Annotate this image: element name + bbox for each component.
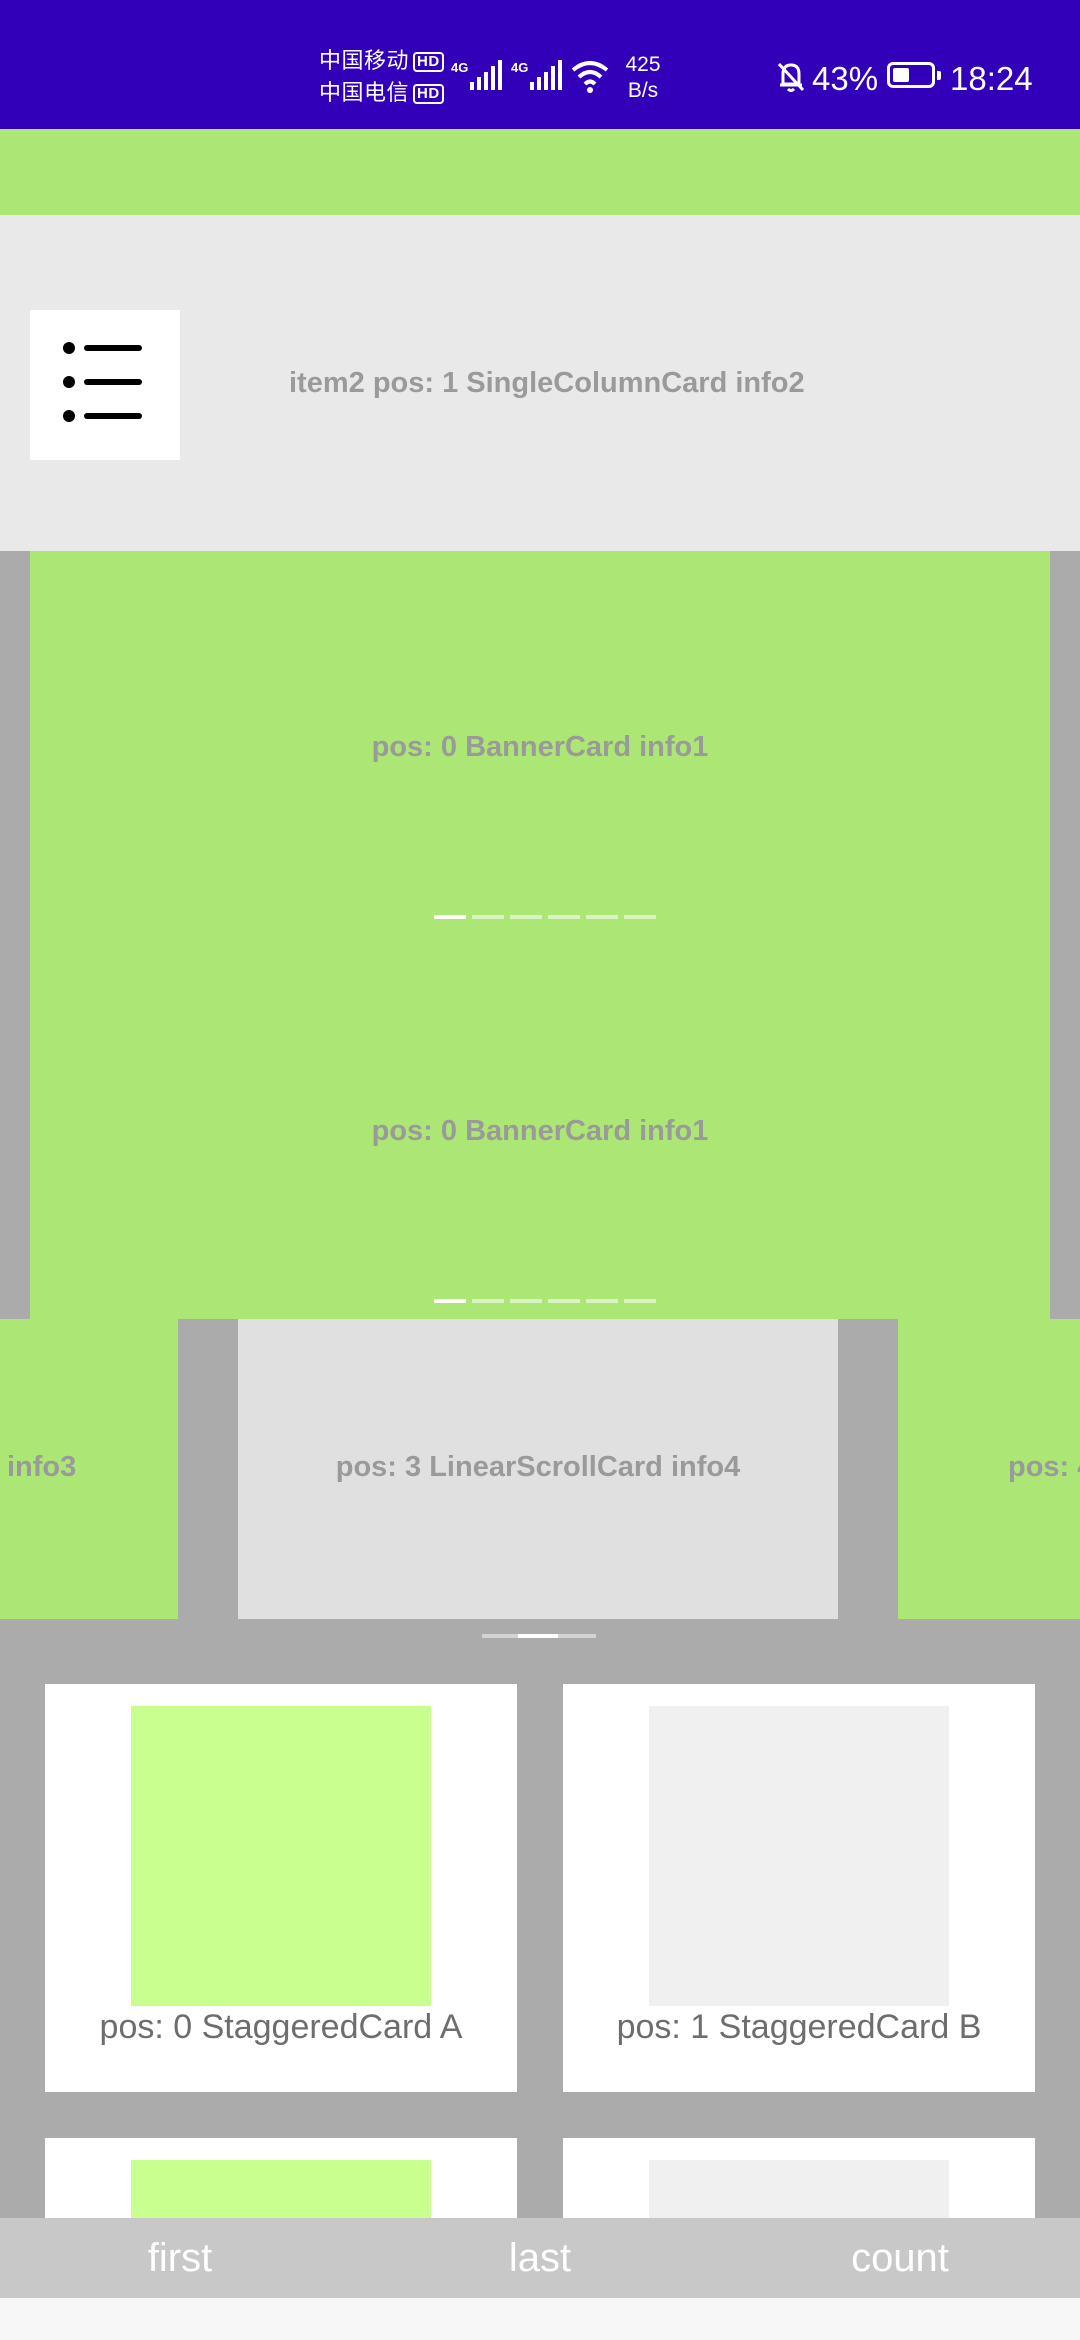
count-button[interactable]: count: [720, 2218, 1080, 2298]
bottom-bar: first last count: [0, 2218, 1080, 2298]
bell-off-icon: [777, 62, 805, 92]
banner-indicator-1[interactable]: [434, 915, 656, 919]
staggered-card-d-image: [649, 2160, 949, 2218]
staggered-card-b-image: [649, 1706, 949, 2006]
signal-icon-2: [530, 60, 562, 90]
banner-indicator-2[interactable]: [434, 1299, 656, 1303]
network-type-1: 4G: [451, 60, 469, 75]
staggered-card-c-image: [131, 2160, 431, 2218]
staggered-card-d[interactable]: [563, 2138, 1035, 2218]
network-speed: 425 B/s: [618, 52, 668, 104]
banner-card[interactable]: pos: 0 BannerCard info1 pos: 0 BannerCar…: [30, 551, 1050, 1319]
last-button[interactable]: last: [360, 2218, 720, 2298]
carrier-2: 中国电信 HD: [319, 80, 444, 106]
carrier-1: 中国移动 HD: [319, 48, 444, 74]
first-button[interactable]: first: [0, 2218, 360, 2298]
carrier-2-name: 中国电信: [319, 80, 410, 105]
signal-icon: [470, 60, 502, 90]
staggered-card-a-label: pos: 0 StaggeredCard A: [99, 2008, 463, 2046]
top-green-strip: [0, 129, 1080, 215]
battery-icon: [887, 62, 941, 88]
linear-scroll-left-text: info3: [7, 1451, 77, 1483]
banner-slide-2-text: pos: 0 BannerCard info1: [371, 1115, 709, 1147]
network-type-2: 4G: [511, 60, 529, 75]
battery-percent: 43%: [812, 60, 879, 97]
speed-unit: B/s: [627, 79, 659, 102]
banner-slide-1-text: pos: 0 BannerCard info1: [371, 731, 709, 763]
navigation-bar-area: [0, 2298, 1080, 2340]
status-time: 18:24: [950, 60, 1033, 97]
linear-scroll-right-text: pos: 4: [1008, 1451, 1080, 1483]
linear-scroll-card-center[interactable]: pos: 3 LinearScrollCard info4: [238, 1319, 838, 1619]
single-column-card[interactable]: item2 pos: 1 SingleColumnCard info2: [0, 215, 1080, 551]
staggered-card-b[interactable]: pos: 1 StaggeredCard B: [563, 1684, 1035, 2092]
linear-scroll-card-right[interactable]: pos: 4: [898, 1319, 1080, 1619]
staggered-card-a-image: [131, 1706, 431, 2006]
staggered-card-a[interactable]: pos: 0 StaggeredCard A: [45, 1684, 517, 2092]
status-bar: 中国移动 HD 中国电信 HD 4G 4G 425 B/s 43% 18:24: [0, 0, 1080, 129]
linear-scroll-indicator-thumb: [518, 1634, 558, 1638]
single-column-card-text: item2 pos: 1 SingleColumnCard info2: [289, 367, 805, 399]
linear-scroll-center-text: pos: 3 LinearScrollCard info4: [335, 1451, 741, 1483]
hd-badge-2: HD: [413, 84, 444, 105]
linear-scroll-card-left[interactable]: info3: [0, 1319, 178, 1619]
staggered-card-c[interactable]: [45, 2138, 517, 2218]
linear-scroll-indicator: [482, 1634, 596, 1638]
wifi-icon: [571, 61, 609, 93]
speed-value: 425: [625, 53, 661, 76]
hd-badge-1: HD: [413, 52, 444, 73]
carrier-1-name: 中国移动: [319, 48, 410, 73]
list-icon: [30, 310, 180, 460]
staggered-card-b-label: pos: 1 StaggeredCard B: [616, 2008, 982, 2046]
battery-fill: [893, 68, 909, 82]
